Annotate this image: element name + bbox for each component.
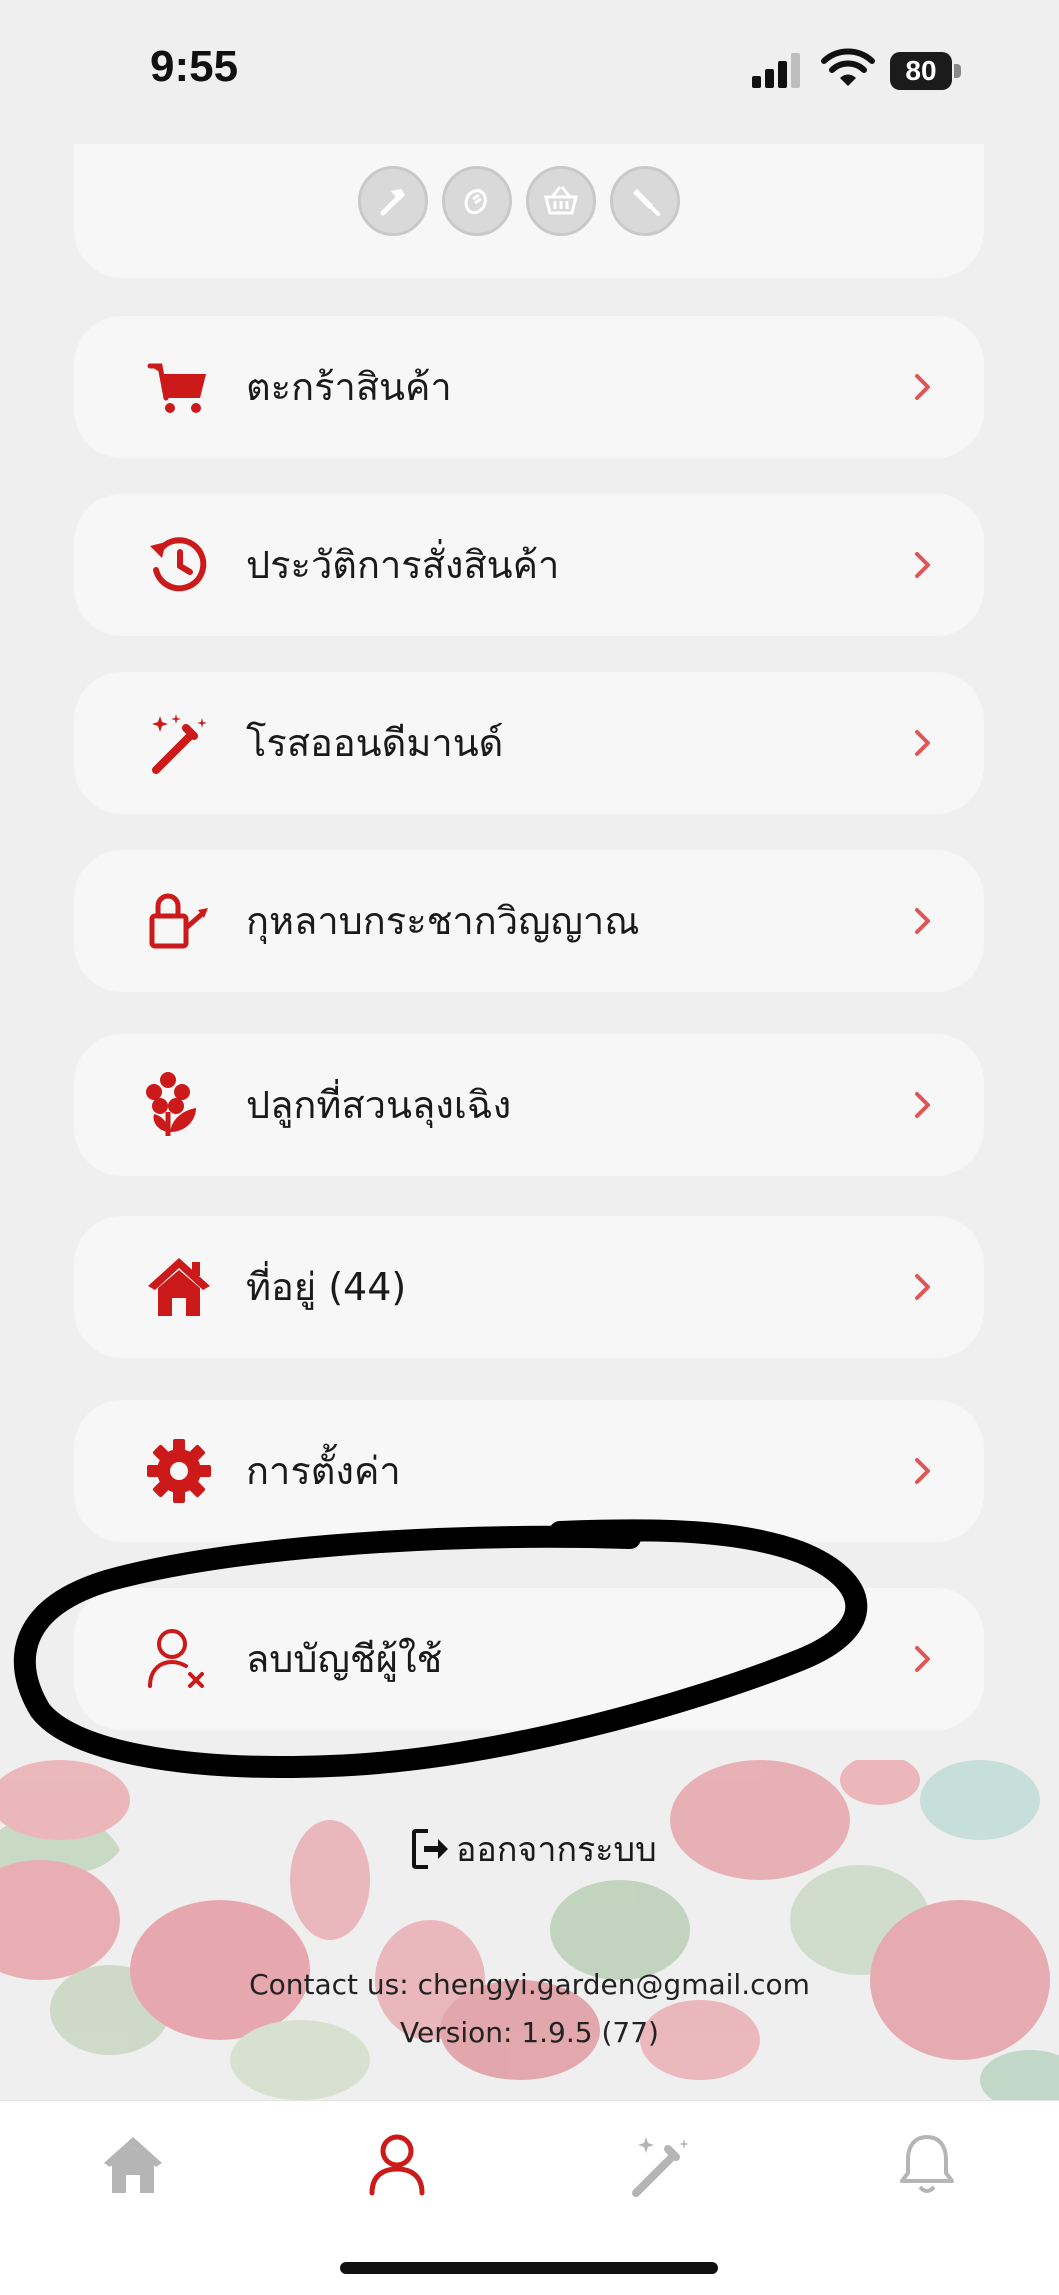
menu-item-order-history[interactable]: ประวัติการสั่งสินค้า xyxy=(74,494,984,636)
signal-icon xyxy=(752,53,800,88)
menu-item-cart[interactable]: ตะกร้าสินค้า xyxy=(74,316,984,458)
chevron-right-icon xyxy=(915,1274,930,1300)
cart-icon xyxy=(147,363,206,413)
tool-icons xyxy=(358,166,680,236)
menu-item-label: ประวัติการสั่งสินค้า xyxy=(246,543,560,587)
menu-item-label: ที่อยู่ (44) xyxy=(246,1265,407,1309)
user-remove-icon xyxy=(148,1629,204,1688)
menu-item-plant-garden[interactable]: ปลูกที่สวนลุงเฉิง xyxy=(74,1034,984,1176)
status-bar: 9:55 80 xyxy=(0,0,1059,130)
magic-wand-icon xyxy=(152,714,207,774)
bell-icon[interactable] xyxy=(892,2129,962,2199)
menu-item-label: โรสออนดีมานด์ xyxy=(246,721,504,765)
menu-item-label: กุหลาบกระชากวิญญาณ xyxy=(246,899,640,943)
menu-item-label: ปลูกที่สวนลุงเฉิง xyxy=(246,1083,512,1127)
floral-background xyxy=(0,1760,1059,2100)
status-time: 9:55 xyxy=(150,42,239,91)
watering-can-icon xyxy=(149,893,208,949)
magic-wand-icon[interactable] xyxy=(626,2129,696,2199)
chevron-right-icon xyxy=(915,908,930,934)
trowel-icon[interactable] xyxy=(610,166,680,236)
battery-cap xyxy=(954,64,961,78)
flower-icon xyxy=(146,1072,196,1136)
menu-item-rose-on-demand[interactable]: โรสออนดีมานด์ xyxy=(74,672,984,814)
menu-item-label: การตั้งค่า xyxy=(246,1449,401,1493)
hammer-icon[interactable] xyxy=(358,166,428,236)
battery-indicator: 80 xyxy=(890,52,964,90)
menu-item-soul-rose[interactable]: กุหลาบกระชากวิญญาณ xyxy=(74,850,984,992)
menu-item-delete-account[interactable]: ลบบัญชีผู้ใช้ xyxy=(74,1588,984,1730)
chevron-right-icon xyxy=(915,552,930,578)
chevron-right-icon xyxy=(915,1458,930,1484)
profile-icon[interactable] xyxy=(362,2129,432,2199)
menu-item-label: ตะกร้าสินค้า xyxy=(246,365,452,409)
house-icon xyxy=(148,1258,210,1316)
gear-icon xyxy=(147,1439,211,1503)
chevron-right-icon xyxy=(915,374,930,400)
logout-icon xyxy=(412,1829,448,1869)
basket-icon[interactable] xyxy=(526,166,596,236)
contact-text: Contact us: chengyi.garden@gmail.com xyxy=(249,1968,810,2001)
chevron-right-icon xyxy=(915,730,930,756)
logout-label: ออกจากระบบ xyxy=(456,1830,657,1870)
top-card xyxy=(74,144,984,278)
home-icon[interactable] xyxy=(98,2129,168,2199)
menu-item-settings[interactable]: การตั้งค่า xyxy=(74,1400,984,1542)
chevron-right-icon xyxy=(915,1092,930,1118)
version-text: Version: 1.9.5 (77) xyxy=(400,2016,659,2049)
logout-button[interactable]: ออกจากระบบ xyxy=(410,1822,657,1876)
hands-icon[interactable] xyxy=(442,166,512,236)
home-indicator xyxy=(340,2262,718,2274)
history-icon xyxy=(150,537,207,592)
wifi-icon xyxy=(821,48,875,86)
menu-item-label: ลบบัญชีผู้ใช้ xyxy=(246,1637,443,1681)
battery-level: 80 xyxy=(890,52,952,90)
chevron-right-icon xyxy=(915,1646,930,1672)
menu-item-address[interactable]: ที่อยู่ (44) xyxy=(74,1216,984,1358)
